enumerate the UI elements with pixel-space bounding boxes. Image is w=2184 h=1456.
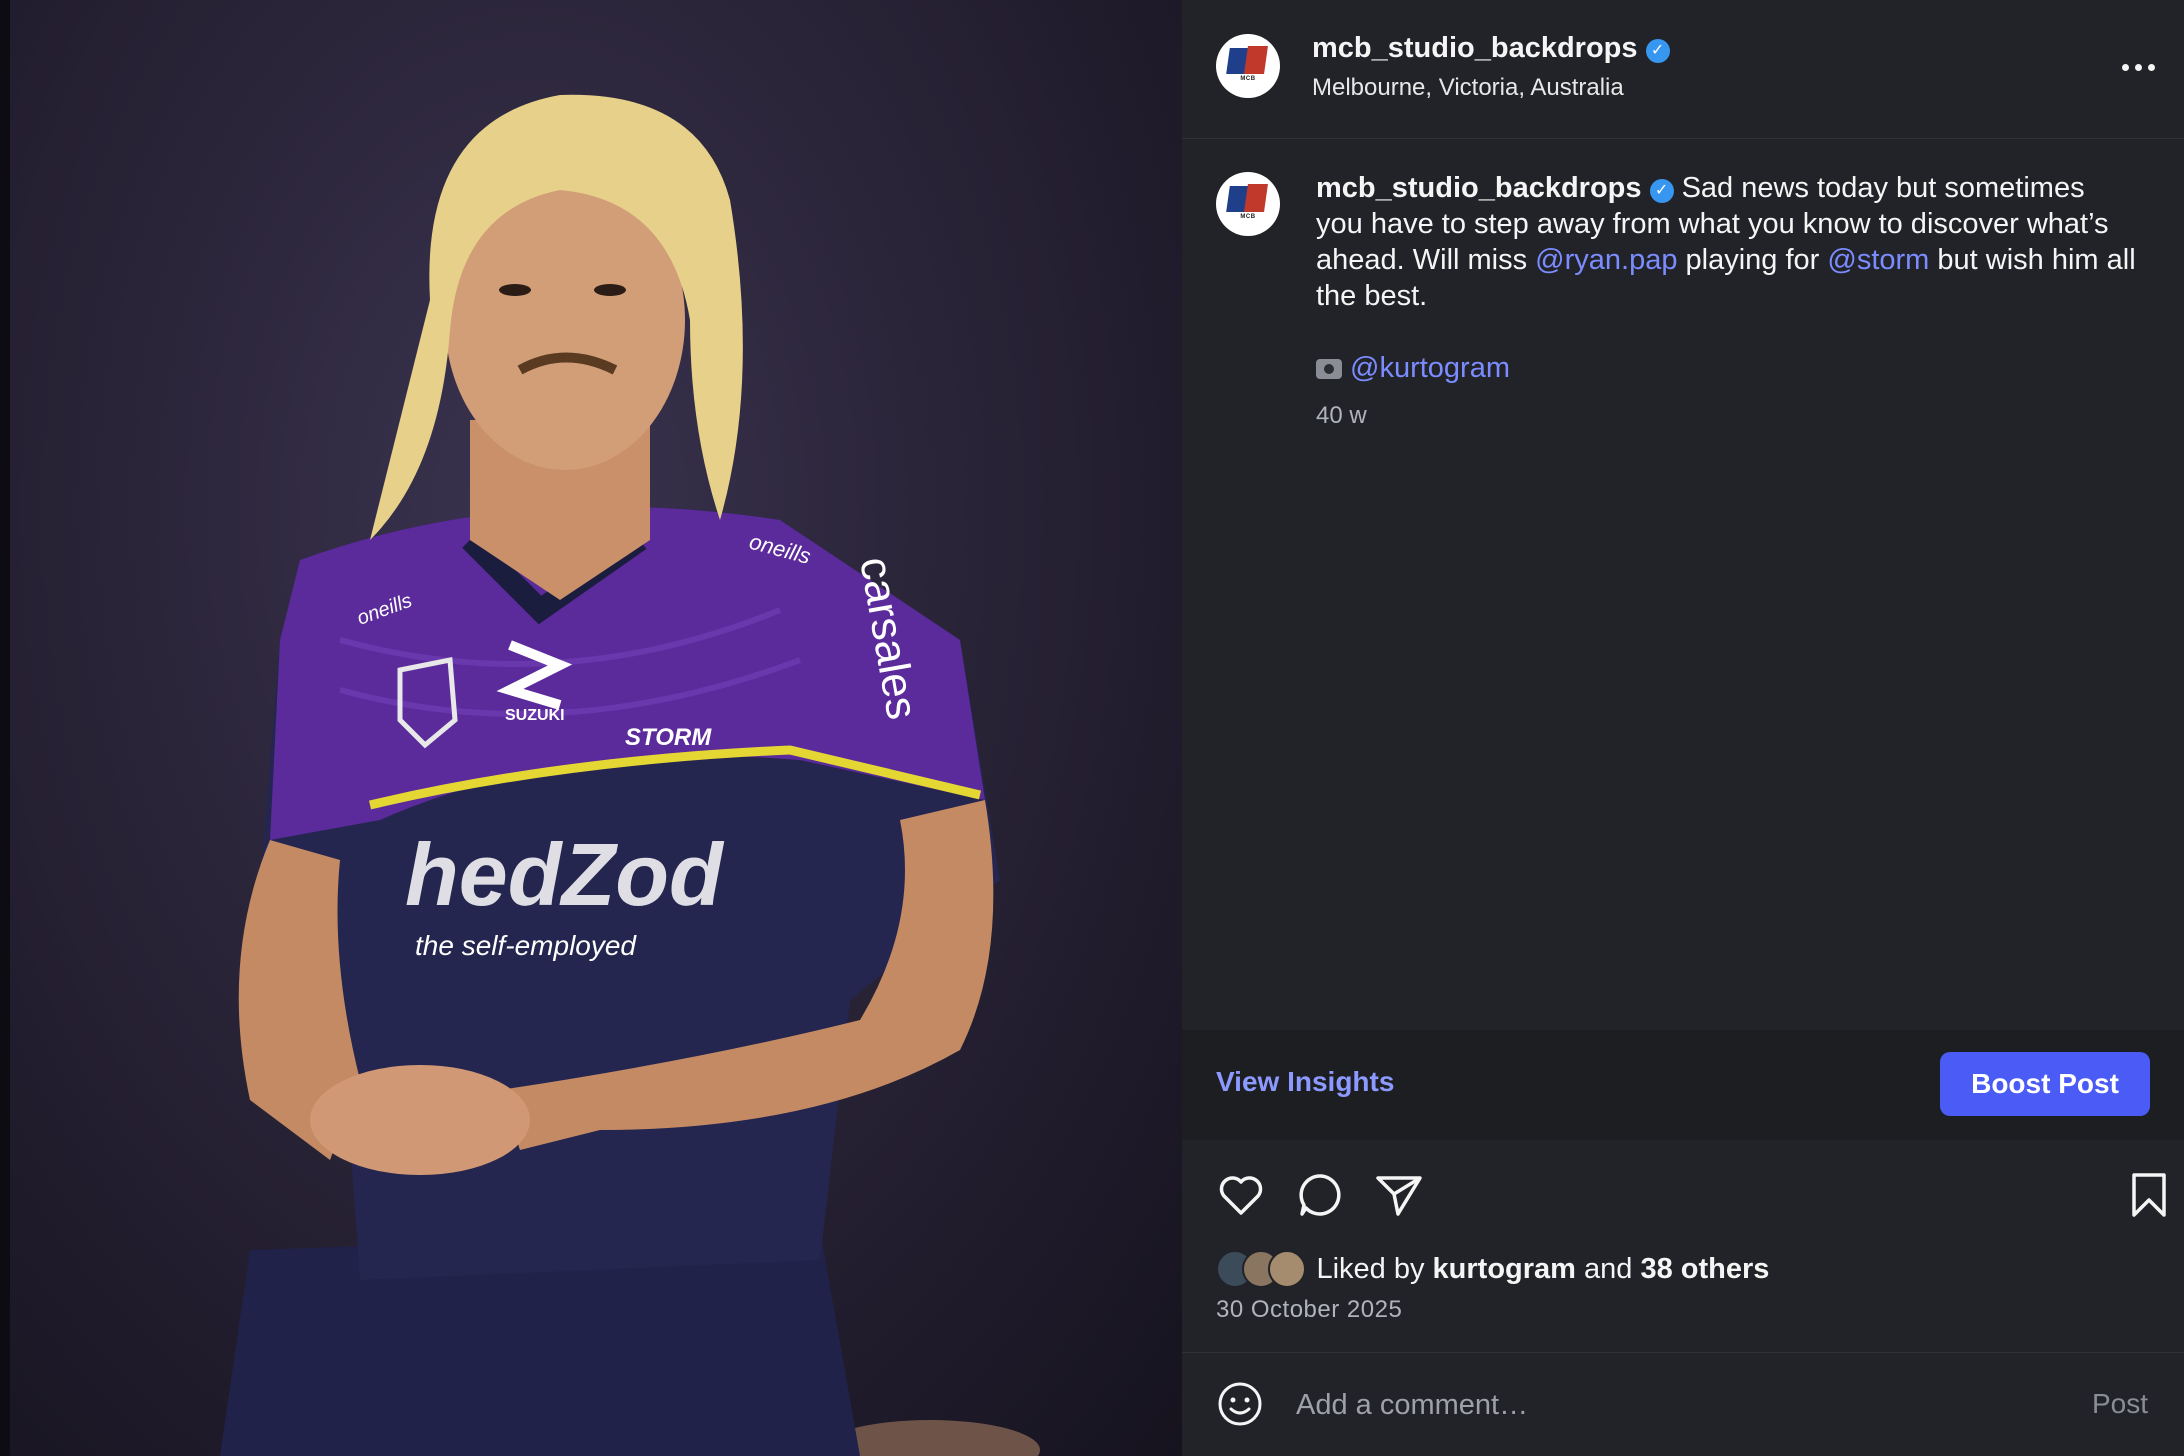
insights-bar: View Insights Boost Post [1182,1030,2184,1140]
more-options-button[interactable] [2122,52,2172,82]
mention-link[interactable]: @ryan.pap [1535,244,1677,276]
caption-avatar[interactable]: MCB [1216,172,1280,236]
avatar-text: MCB [1240,76,1256,82]
post-caption: mcb_studio_backdrops ✓ Sad news today but… [1316,170,2136,314]
view-insights-link[interactable]: View Insights [1216,1066,1394,1098]
likes-summary: Liked by kurtogram and 38 others [1316,1253,1769,1285]
header-username[interactable]: mcb_studio_backdrops ✓ [1312,32,1670,65]
heart-icon[interactable] [1216,1170,1266,1220]
likes-others-link[interactable]: 38 others [1640,1253,1769,1285]
post-comment-button[interactable]: Post [2092,1388,2148,1420]
bookmark-icon[interactable] [2124,1170,2174,1220]
post-age[interactable]: 40 w [1316,402,1367,430]
verified-badge-icon: ✓ [1649,179,1674,203]
credit-mention-link[interactable]: @kurtogram [1350,352,1510,384]
dot-icon [2122,63,2129,71]
liker-username[interactable]: kurtogram [1433,1253,1576,1285]
dot-icon [2135,63,2142,71]
photo-credit: @kurtogram [1316,350,1510,386]
post-photo: SUZUKI STORM oneills oneills carsales he… [0,0,1182,1456]
photo-edge [0,0,10,1456]
post-location[interactable]: Melbourne, Victoria, Australia [1312,74,1624,102]
jersey-sponsor-main: hedZod [405,825,725,924]
dot-icon [2148,63,2155,71]
comment-input[interactable] [1294,1384,1998,1426]
username-text[interactable]: mcb_studio_backdrops [1312,32,1638,64]
likes-middle: and [1575,1252,1641,1285]
post-sidebar: MCB mcb_studio_backdrops ✓ Melbourne, Vic… [1182,0,2184,1456]
verified-badge-icon: ✓ [1645,39,1670,63]
jersey-brand-storm: STORM [625,724,712,751]
likes-row[interactable]: Liked by kurtogram and 38 others [1216,1250,1769,1290]
comment-divider [1182,1352,2184,1353]
boost-post-button[interactable]: Boost Post [1940,1052,2150,1116]
jersey-brand-suzuki: SUZUKI [505,707,565,724]
player-illustration: SUZUKI STORM oneills oneills carsales he… [220,94,1040,1456]
emoji-icon[interactable] [1216,1380,1264,1428]
avatar-text: MCB [1240,214,1256,220]
liker-avatar[interactable] [1268,1250,1306,1288]
likes-prefix: Liked by [1316,1252,1433,1285]
header-divider [1182,138,2184,139]
post-date: 30 October 2025 [1216,1296,1403,1323]
player-hands [310,1065,530,1175]
share-icon[interactable] [1374,1170,1424,1220]
profile-avatar[interactable]: MCB [1216,34,1280,98]
jersey-sponsor-tagline: the self-employed [415,930,637,961]
comment-icon[interactable] [1296,1170,1346,1220]
caption-username[interactable]: mcb_studio_backdrops [1316,172,1642,204]
caption-text: playing for [1677,244,1828,276]
mention-link[interactable]: @storm [1827,244,1929,276]
post-actions [1216,1170,2176,1220]
camera-icon [1316,359,1342,379]
